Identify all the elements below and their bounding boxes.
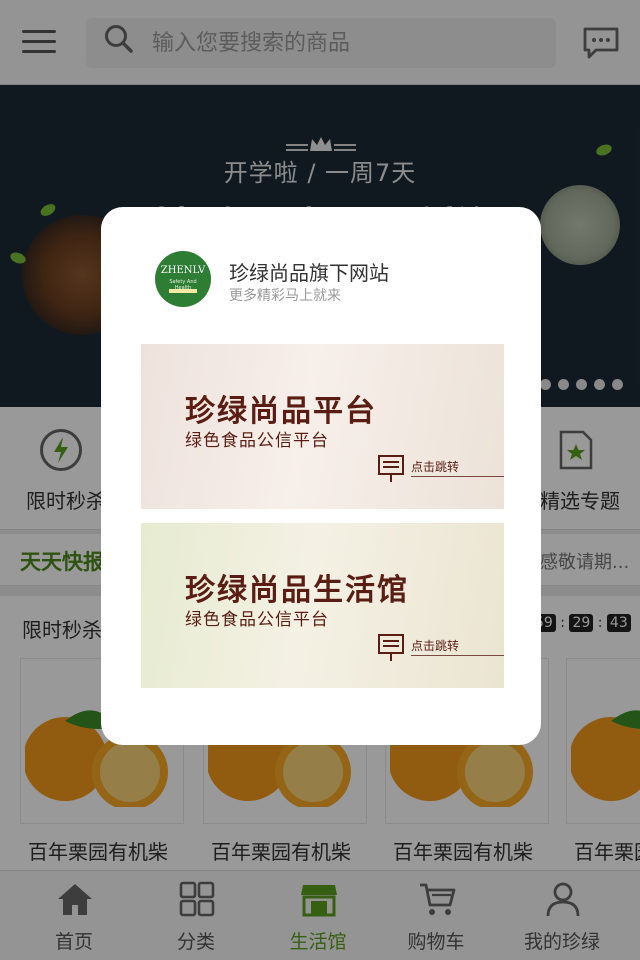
zhenlv-logo: ZHENLV Safety And Health	[155, 251, 211, 307]
modal-subtitle: 更多精彩马上就来	[229, 288, 341, 304]
promo-subtitle: 绿色食品公信平台	[185, 610, 329, 630]
jump-link[interactable]: 点击跳转	[377, 631, 504, 667]
jump-link[interactable]: 点击跳转	[377, 452, 504, 488]
monitor-icon	[378, 455, 404, 482]
modal-title: 珍绿尚品旗下网站	[229, 261, 389, 285]
platform-link-card[interactable]: 珍绿尚品平台 绿色食品公信平台 点击跳转	[141, 344, 504, 509]
jump-label: 点击跳转	[411, 639, 460, 653]
promo-title: 珍绿尚品生活馆	[185, 573, 409, 608]
sites-modal: ZHENLV Safety And Health 珍绿尚品旗下网站 更多精彩马上…	[101, 207, 541, 745]
promo-subtitle: 绿色食品公信平台	[185, 431, 329, 451]
monitor-icon	[378, 634, 404, 661]
lifestyle-store-link-card[interactable]: 珍绿尚品生活馆 绿色食品公信平台 点击跳转	[141, 523, 504, 688]
promo-title: 珍绿尚品平台	[185, 394, 377, 429]
jump-label: 点击跳转	[411, 460, 460, 474]
